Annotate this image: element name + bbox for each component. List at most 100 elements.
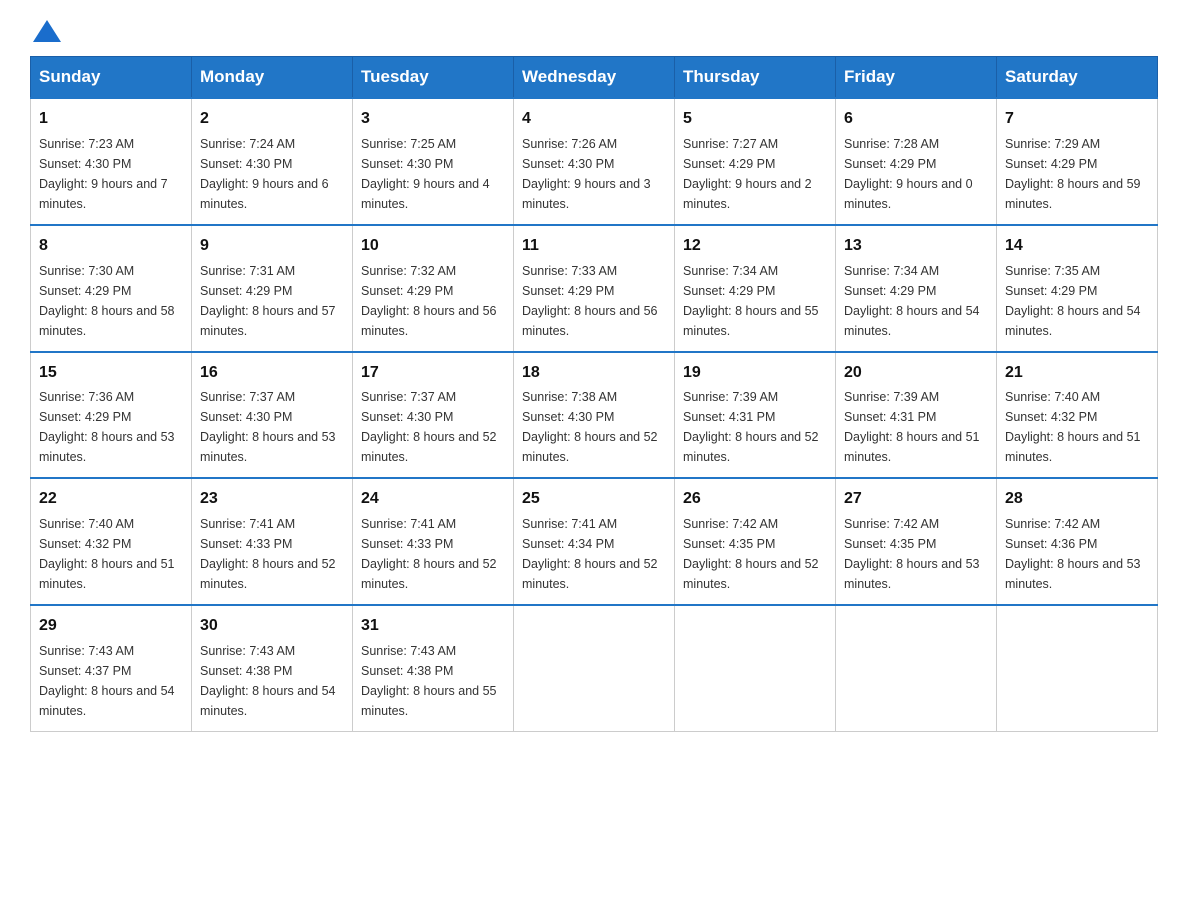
day-number: 4 — [522, 107, 666, 132]
calendar-cell: 16Sunrise: 7:37 AMSunset: 4:30 PMDayligh… — [192, 352, 353, 479]
day-number: 10 — [361, 234, 505, 259]
header-day-tuesday: Tuesday — [353, 57, 514, 99]
day-number: 25 — [522, 487, 666, 512]
day-info: Sunrise: 7:23 AMSunset: 4:30 PMDaylight:… — [39, 134, 183, 214]
calendar-cell — [514, 605, 675, 731]
calendar-cell: 21Sunrise: 7:40 AMSunset: 4:32 PMDayligh… — [997, 352, 1158, 479]
calendar-cell: 12Sunrise: 7:34 AMSunset: 4:29 PMDayligh… — [675, 225, 836, 352]
day-info: Sunrise: 7:40 AMSunset: 4:32 PMDaylight:… — [1005, 387, 1149, 467]
day-info: Sunrise: 7:42 AMSunset: 4:36 PMDaylight:… — [1005, 514, 1149, 594]
day-number: 2 — [200, 107, 344, 132]
calendar-cell: 14Sunrise: 7:35 AMSunset: 4:29 PMDayligh… — [997, 225, 1158, 352]
calendar-cell: 20Sunrise: 7:39 AMSunset: 4:31 PMDayligh… — [836, 352, 997, 479]
day-info: Sunrise: 7:40 AMSunset: 4:32 PMDaylight:… — [39, 514, 183, 594]
calendar-week-row: 15Sunrise: 7:36 AMSunset: 4:29 PMDayligh… — [31, 352, 1158, 479]
day-info: Sunrise: 7:27 AMSunset: 4:29 PMDaylight:… — [683, 134, 827, 214]
day-number: 13 — [844, 234, 988, 259]
calendar-cell: 24Sunrise: 7:41 AMSunset: 4:33 PMDayligh… — [353, 478, 514, 605]
day-info: Sunrise: 7:35 AMSunset: 4:29 PMDaylight:… — [1005, 261, 1149, 341]
day-number: 19 — [683, 361, 827, 386]
day-number: 28 — [1005, 487, 1149, 512]
day-info: Sunrise: 7:31 AMSunset: 4:29 PMDaylight:… — [200, 261, 344, 341]
day-info: Sunrise: 7:34 AMSunset: 4:29 PMDaylight:… — [844, 261, 988, 341]
day-info: Sunrise: 7:25 AMSunset: 4:30 PMDaylight:… — [361, 134, 505, 214]
calendar-week-row: 22Sunrise: 7:40 AMSunset: 4:32 PMDayligh… — [31, 478, 1158, 605]
day-info: Sunrise: 7:36 AMSunset: 4:29 PMDaylight:… — [39, 387, 183, 467]
day-number: 9 — [200, 234, 344, 259]
calendar-cell: 23Sunrise: 7:41 AMSunset: 4:33 PMDayligh… — [192, 478, 353, 605]
day-info: Sunrise: 7:37 AMSunset: 4:30 PMDaylight:… — [361, 387, 505, 467]
calendar-week-row: 8Sunrise: 7:30 AMSunset: 4:29 PMDaylight… — [31, 225, 1158, 352]
calendar-cell: 11Sunrise: 7:33 AMSunset: 4:29 PMDayligh… — [514, 225, 675, 352]
calendar-week-row: 1Sunrise: 7:23 AMSunset: 4:30 PMDaylight… — [31, 98, 1158, 225]
day-number: 24 — [361, 487, 505, 512]
day-info: Sunrise: 7:28 AMSunset: 4:29 PMDaylight:… — [844, 134, 988, 214]
day-number: 17 — [361, 361, 505, 386]
day-number: 30 — [200, 614, 344, 639]
day-number: 20 — [844, 361, 988, 386]
calendar-cell: 29Sunrise: 7:43 AMSunset: 4:37 PMDayligh… — [31, 605, 192, 731]
calendar-cell: 6Sunrise: 7:28 AMSunset: 4:29 PMDaylight… — [836, 98, 997, 225]
day-number: 8 — [39, 234, 183, 259]
day-number: 27 — [844, 487, 988, 512]
day-number: 6 — [844, 107, 988, 132]
day-number: 26 — [683, 487, 827, 512]
day-number: 21 — [1005, 361, 1149, 386]
calendar-cell: 25Sunrise: 7:41 AMSunset: 4:34 PMDayligh… — [514, 478, 675, 605]
calendar-cell: 28Sunrise: 7:42 AMSunset: 4:36 PMDayligh… — [997, 478, 1158, 605]
calendar-cell: 22Sunrise: 7:40 AMSunset: 4:32 PMDayligh… — [31, 478, 192, 605]
logo — [30, 20, 63, 38]
day-number: 7 — [1005, 107, 1149, 132]
calendar-cell: 13Sunrise: 7:34 AMSunset: 4:29 PMDayligh… — [836, 225, 997, 352]
calendar-cell: 1Sunrise: 7:23 AMSunset: 4:30 PMDaylight… — [31, 98, 192, 225]
calendar-cell: 17Sunrise: 7:37 AMSunset: 4:30 PMDayligh… — [353, 352, 514, 479]
day-number: 18 — [522, 361, 666, 386]
day-info: Sunrise: 7:29 AMSunset: 4:29 PMDaylight:… — [1005, 134, 1149, 214]
day-number: 12 — [683, 234, 827, 259]
header-day-friday: Friday — [836, 57, 997, 99]
calendar-header-row: SundayMondayTuesdayWednesdayThursdayFrid… — [31, 57, 1158, 99]
day-info: Sunrise: 7:24 AMSunset: 4:30 PMDaylight:… — [200, 134, 344, 214]
calendar-cell: 30Sunrise: 7:43 AMSunset: 4:38 PMDayligh… — [192, 605, 353, 731]
day-info: Sunrise: 7:30 AMSunset: 4:29 PMDaylight:… — [39, 261, 183, 341]
header-day-monday: Monday — [192, 57, 353, 99]
day-number: 15 — [39, 361, 183, 386]
calendar-cell: 3Sunrise: 7:25 AMSunset: 4:30 PMDaylight… — [353, 98, 514, 225]
day-info: Sunrise: 7:38 AMSunset: 4:30 PMDaylight:… — [522, 387, 666, 467]
day-number: 11 — [522, 234, 666, 259]
calendar-cell: 10Sunrise: 7:32 AMSunset: 4:29 PMDayligh… — [353, 225, 514, 352]
day-number: 29 — [39, 614, 183, 639]
header-day-saturday: Saturday — [997, 57, 1158, 99]
day-number: 1 — [39, 107, 183, 132]
day-info: Sunrise: 7:41 AMSunset: 4:33 PMDaylight:… — [361, 514, 505, 594]
calendar-cell: 5Sunrise: 7:27 AMSunset: 4:29 PMDaylight… — [675, 98, 836, 225]
day-info: Sunrise: 7:41 AMSunset: 4:34 PMDaylight:… — [522, 514, 666, 594]
calendar-cell: 27Sunrise: 7:42 AMSunset: 4:35 PMDayligh… — [836, 478, 997, 605]
day-info: Sunrise: 7:43 AMSunset: 4:37 PMDaylight:… — [39, 641, 183, 721]
calendar-cell: 15Sunrise: 7:36 AMSunset: 4:29 PMDayligh… — [31, 352, 192, 479]
calendar-cell: 26Sunrise: 7:42 AMSunset: 4:35 PMDayligh… — [675, 478, 836, 605]
calendar-week-row: 29Sunrise: 7:43 AMSunset: 4:37 PMDayligh… — [31, 605, 1158, 731]
calendar-cell: 31Sunrise: 7:43 AMSunset: 4:38 PMDayligh… — [353, 605, 514, 731]
day-info: Sunrise: 7:32 AMSunset: 4:29 PMDaylight:… — [361, 261, 505, 341]
day-number: 5 — [683, 107, 827, 132]
day-number: 16 — [200, 361, 344, 386]
day-info: Sunrise: 7:43 AMSunset: 4:38 PMDaylight:… — [200, 641, 344, 721]
day-info: Sunrise: 7:37 AMSunset: 4:30 PMDaylight:… — [200, 387, 344, 467]
day-info: Sunrise: 7:33 AMSunset: 4:29 PMDaylight:… — [522, 261, 666, 341]
day-info: Sunrise: 7:43 AMSunset: 4:38 PMDaylight:… — [361, 641, 505, 721]
calendar-cell: 9Sunrise: 7:31 AMSunset: 4:29 PMDaylight… — [192, 225, 353, 352]
day-info: Sunrise: 7:42 AMSunset: 4:35 PMDaylight:… — [844, 514, 988, 594]
day-number: 14 — [1005, 234, 1149, 259]
calendar-cell: 2Sunrise: 7:24 AMSunset: 4:30 PMDaylight… — [192, 98, 353, 225]
day-number: 3 — [361, 107, 505, 132]
day-info: Sunrise: 7:34 AMSunset: 4:29 PMDaylight:… — [683, 261, 827, 341]
calendar-cell: 19Sunrise: 7:39 AMSunset: 4:31 PMDayligh… — [675, 352, 836, 479]
header-day-wednesday: Wednesday — [514, 57, 675, 99]
calendar-cell — [997, 605, 1158, 731]
logo-triangle-icon — [33, 20, 61, 42]
day-info: Sunrise: 7:42 AMSunset: 4:35 PMDaylight:… — [683, 514, 827, 594]
day-number: 23 — [200, 487, 344, 512]
day-info: Sunrise: 7:41 AMSunset: 4:33 PMDaylight:… — [200, 514, 344, 594]
calendar-cell: 4Sunrise: 7:26 AMSunset: 4:30 PMDaylight… — [514, 98, 675, 225]
